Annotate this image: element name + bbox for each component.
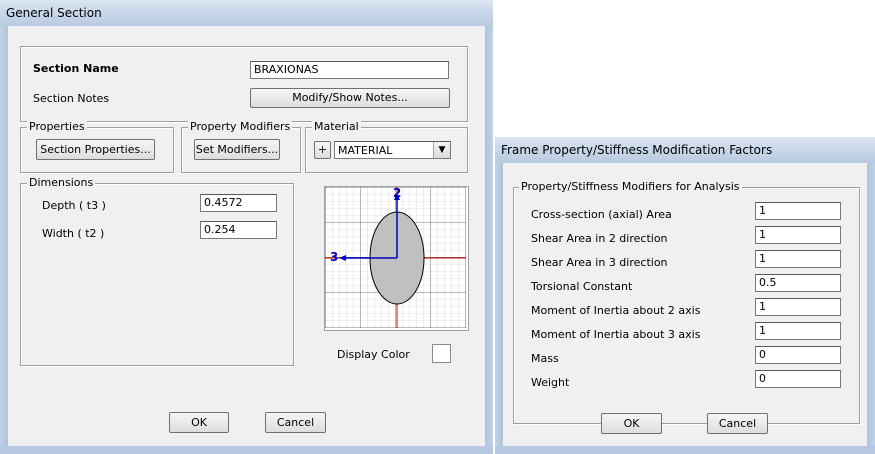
modifier-label: Cross-section (axial) Area: [531, 208, 672, 221]
material-select-value: MATERIAL: [338, 144, 393, 157]
modifiers-group-label: Property/Stiffness Modifiers for Analysi…: [519, 180, 742, 194]
modifier-field[interactable]: 0: [755, 346, 841, 364]
ok-button[interactable]: OK: [169, 412, 229, 433]
properties-group-label: Properties: [27, 120, 87, 134]
modification-factors-title: Frame Property/Stiffness Modification Fa…: [501, 143, 773, 157]
depth-field[interactable]: 0.4572: [200, 194, 277, 212]
axis-2-label: 2: [393, 186, 402, 200]
modifier-label: Weight: [531, 376, 570, 389]
modifier-label: Moment of Inertia about 3 axis: [531, 328, 701, 341]
window-frame-right: [485, 26, 493, 454]
ok-button[interactable]: OK: [601, 413, 662, 434]
window-frame-bottom: [0, 446, 493, 454]
section-name-label: Section Name: [33, 62, 119, 75]
window-frame-left: [0, 26, 8, 454]
modifier-label: Torsional Constant: [531, 280, 633, 293]
modifier-field[interactable]: 1: [755, 202, 841, 220]
general-section-titlebar[interactable]: General Section: [0, 0, 493, 26]
material-select[interactable]: MATERIAL ▼: [334, 141, 451, 159]
modifier-field[interactable]: 1: [755, 298, 841, 316]
cancel-button[interactable]: Cancel: [265, 412, 326, 433]
general-section-title: General Section: [6, 6, 102, 20]
display-color-label: Display Color: [337, 348, 410, 361]
modify-notes-button[interactable]: Modify/Show Notes...: [250, 88, 450, 108]
axis-3-label: 3: [330, 250, 339, 264]
chevron-down-icon[interactable]: ▼: [433, 142, 450, 158]
modification-factors-titlebar[interactable]: Frame Property/Stiffness Modification Fa…: [495, 137, 875, 163]
window-frame-right: [867, 163, 875, 454]
section-name-field[interactable]: BRAXIONAS: [250, 61, 449, 79]
modifier-label: Moment of Inertia about 2 axis: [531, 304, 701, 317]
width-label: Width ( t2 ): [42, 227, 105, 240]
desktop-background: [493, 0, 875, 137]
modifier-field[interactable]: 0: [755, 370, 841, 388]
window-frame-bottom: [495, 446, 875, 454]
modifier-field[interactable]: 0.5: [755, 274, 841, 292]
property-modifiers-group-label: Property Modifiers: [188, 120, 293, 134]
section-name-group: [20, 46, 468, 122]
material-add-button[interactable]: +: [314, 141, 331, 159]
modifier-label: Mass: [531, 352, 559, 365]
set-modifiers-button[interactable]: Set Modifiers...: [194, 139, 280, 160]
section-preview: 2 3: [324, 186, 469, 331]
modifier-label: Shear Area in 2 direction: [531, 232, 668, 245]
section-preview-canvas: [325, 187, 466, 328]
section-properties-button[interactable]: Section Properties...: [36, 139, 155, 160]
dimensions-group-label: Dimensions: [27, 176, 96, 190]
modification-factors-dialog: Frame Property/Stiffness Modification Fa…: [495, 137, 875, 454]
display-color-swatch[interactable]: [432, 344, 451, 363]
modifier-field[interactable]: 1: [755, 322, 841, 340]
general-section-client: Section Name BRAXIONAS Section Notes Mod…: [8, 26, 485, 446]
modification-factors-client: Property/Stiffness Modifiers for Analysi…: [503, 163, 867, 446]
depth-label: Depth ( t3 ): [42, 199, 106, 212]
section-notes-label: Section Notes: [33, 92, 110, 105]
modifier-field[interactable]: 1: [755, 250, 841, 268]
general-section-dialog: General Section Section Name BRAXIONAS S…: [0, 0, 493, 454]
window-frame-left: [495, 163, 503, 454]
width-field[interactable]: 0.254: [200, 221, 277, 239]
cancel-button[interactable]: Cancel: [707, 413, 768, 434]
modifier-field[interactable]: 1: [755, 226, 841, 244]
modifier-label: Shear Area in 3 direction: [531, 256, 668, 269]
material-group-label: Material: [312, 120, 361, 134]
